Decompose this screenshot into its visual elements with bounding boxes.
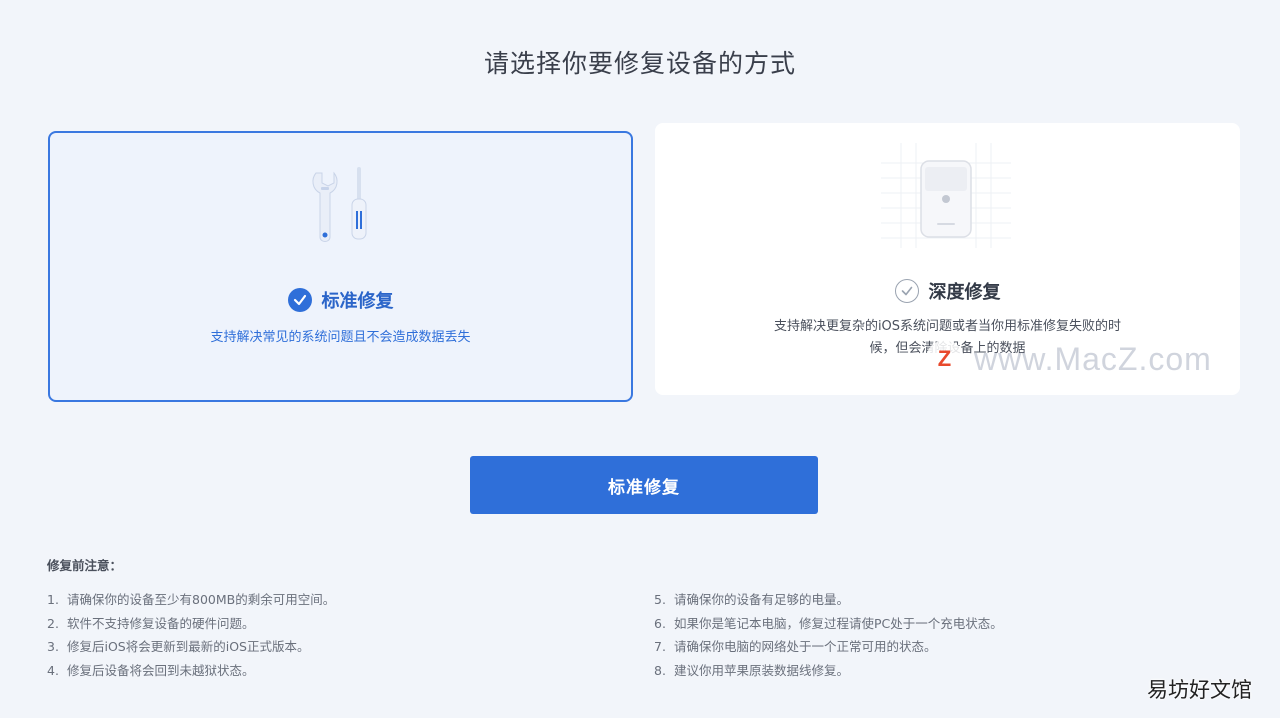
note-item: 4. 修复后设备将会回到未越狱状态。	[47, 662, 255, 678]
standard-repair-description: 支持解决常见的系统问题且不会造成数据丢失	[210, 330, 471, 345]
device-icon	[881, 143, 1011, 248]
tools-icon	[312, 167, 367, 242]
standard-repair-card[interactable]: 标准修复 支持解决常见的系统问题且不会造成数据丢失	[48, 131, 633, 402]
notes-list-left: 1. 请确保你的设备至少有800MB的剩余可用空间。 2. 软件不支持修复设备的硬件…	[47, 588, 335, 682]
page-title: 请选择你要修复设备的方式	[483, 49, 796, 78]
corner-watermark: 易坊好文馆	[1147, 678, 1252, 702]
note-item: 5. 请确保你的设备有足够的电量。	[654, 592, 850, 607]
watermark-text: www.MacZ.com	[974, 340, 1212, 377]
note-item: 1. 请确保你的设备至少有800MB的剩余可用空间。	[47, 592, 336, 607]
notes-list-right: 5. 请确保你的设备有足够的电量。 6. 如果你是笔记本电脑，修复过程请使PC处于一…	[654, 588, 1003, 682]
note-item: 8. 建议你用苹果原装数据线修复。	[654, 662, 850, 678]
note-item: 7. 请确保你电脑的网络处于一个正常可用的状态。	[654, 639, 937, 654]
note-item: 6. 如果你是笔记本电脑，修复过程请使PC处于一个充电状态。	[654, 615, 1003, 631]
start-repair-button[interactable]: 标准修复	[470, 456, 818, 514]
standard-repair-heading: 标准修复	[50, 287, 631, 313]
unchecked-icon	[894, 279, 919, 303]
standard-repair-title: 标准修复	[321, 291, 394, 312]
notes-title: 修复前注意：	[47, 558, 123, 573]
deep-repair-heading: 深度修复	[655, 278, 1240, 304]
note-item: 2. 软件不支持修复设备的硬件问题。	[47, 615, 255, 631]
checked-icon	[287, 288, 312, 312]
watermark: Z www.MacZ.com	[926, 340, 1212, 378]
watermark-logo: Z	[926, 340, 964, 378]
deep-repair-title: 深度修复	[928, 282, 1001, 303]
note-item: 3. 修复后iOS将会更新到最新的iOS正式版本。	[47, 639, 310, 654]
